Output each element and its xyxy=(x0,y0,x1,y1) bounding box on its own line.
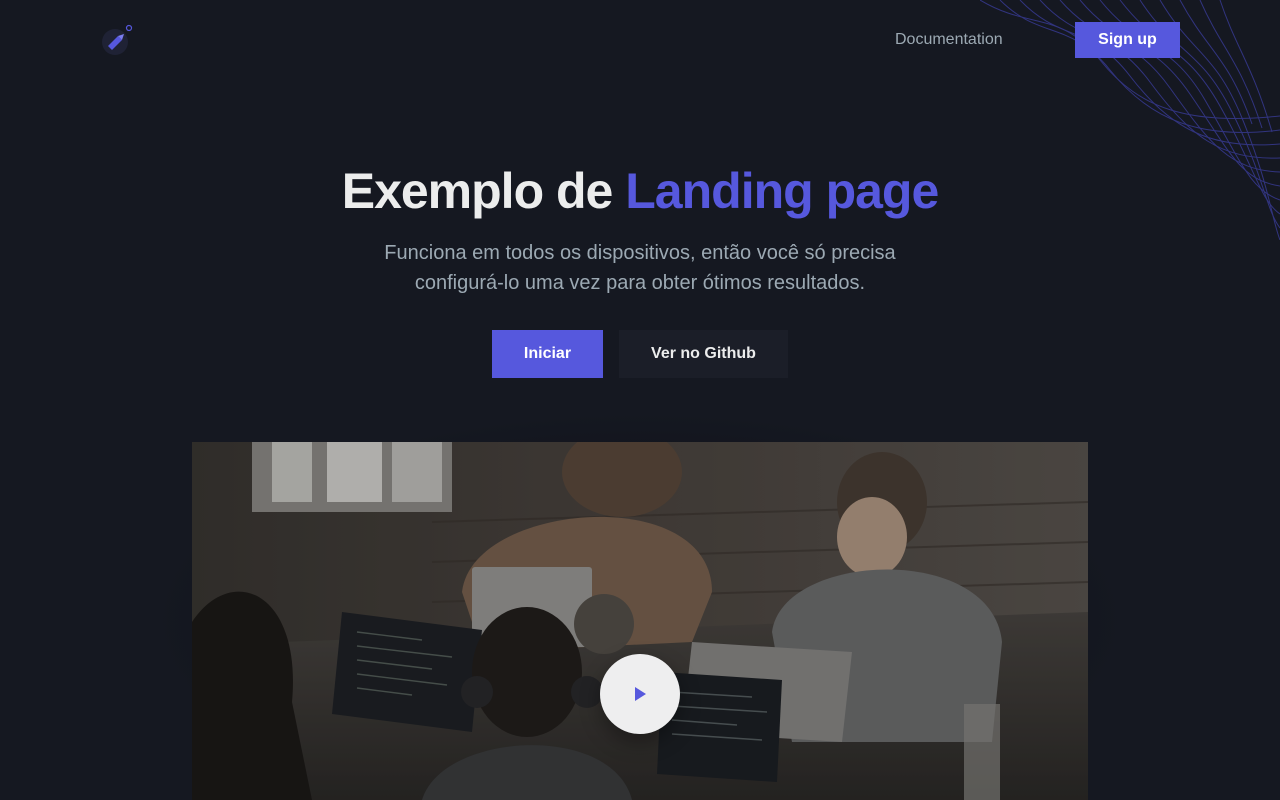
start-button[interactable]: Iniciar xyxy=(492,330,603,378)
hero-title-main: Exemplo de xyxy=(341,163,614,219)
play-button[interactable] xyxy=(600,654,680,734)
video-scene-image xyxy=(192,442,1088,800)
hero-subtitle: Funciona em todos os dispositivos, então… xyxy=(384,242,896,294)
hero-title: Exemplo de Landing page xyxy=(0,160,1280,222)
hero-title-accent: Landing page xyxy=(625,163,939,219)
signup-button[interactable]: Sign up xyxy=(1075,22,1180,58)
video-thumbnail[interactable] xyxy=(192,442,1088,800)
play-icon xyxy=(635,687,646,701)
github-button[interactable]: Ver no Github xyxy=(619,330,788,378)
rocket-logo-icon[interactable] xyxy=(100,24,134,58)
site-header: Documentation Sign up xyxy=(0,0,1280,80)
nav-documentation-link[interactable]: Documentation xyxy=(895,31,1003,49)
